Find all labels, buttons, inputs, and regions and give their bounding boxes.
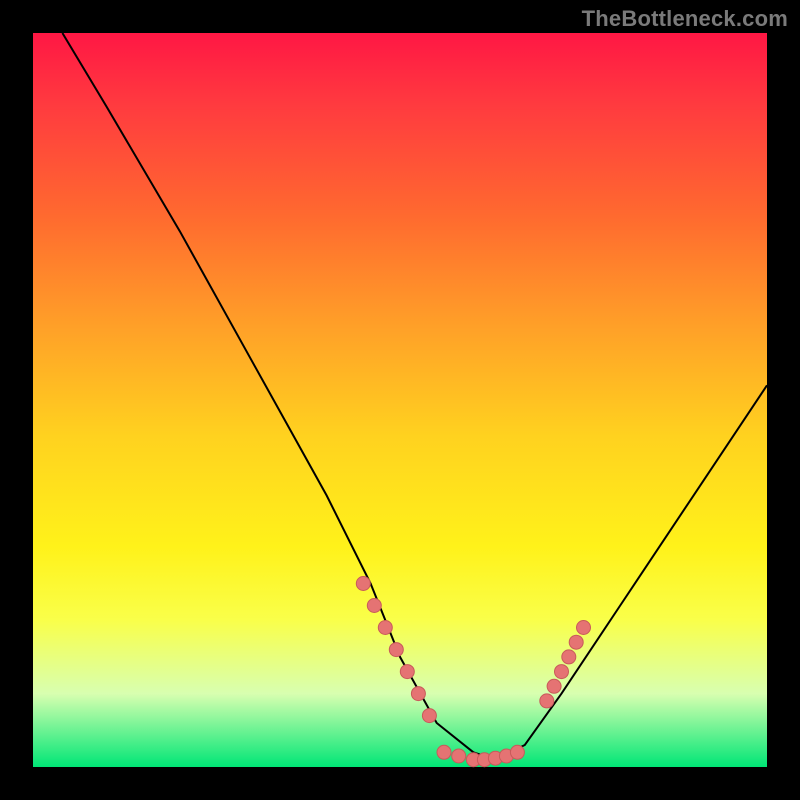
data-marker (577, 621, 591, 635)
data-marker (367, 599, 381, 613)
data-marker (400, 665, 414, 679)
data-marker (510, 745, 524, 759)
data-marker (422, 709, 436, 723)
data-marker (540, 694, 554, 708)
data-marker (452, 749, 466, 763)
chart-frame: TheBottleneck.com (0, 0, 800, 800)
watermark-text: TheBottleneck.com (582, 6, 788, 32)
bottleneck-curve (62, 33, 767, 760)
data-marker (437, 745, 451, 759)
plot-area (33, 33, 767, 767)
data-marker (389, 643, 403, 657)
marker-cluster-bottom (437, 745, 524, 766)
marker-cluster-right (540, 621, 591, 708)
data-marker (378, 621, 392, 635)
data-marker (356, 577, 370, 591)
data-marker (555, 665, 569, 679)
data-marker (569, 635, 583, 649)
data-marker (562, 650, 576, 664)
data-marker (547, 679, 561, 693)
chart-svg (33, 33, 767, 767)
data-marker (411, 687, 425, 701)
